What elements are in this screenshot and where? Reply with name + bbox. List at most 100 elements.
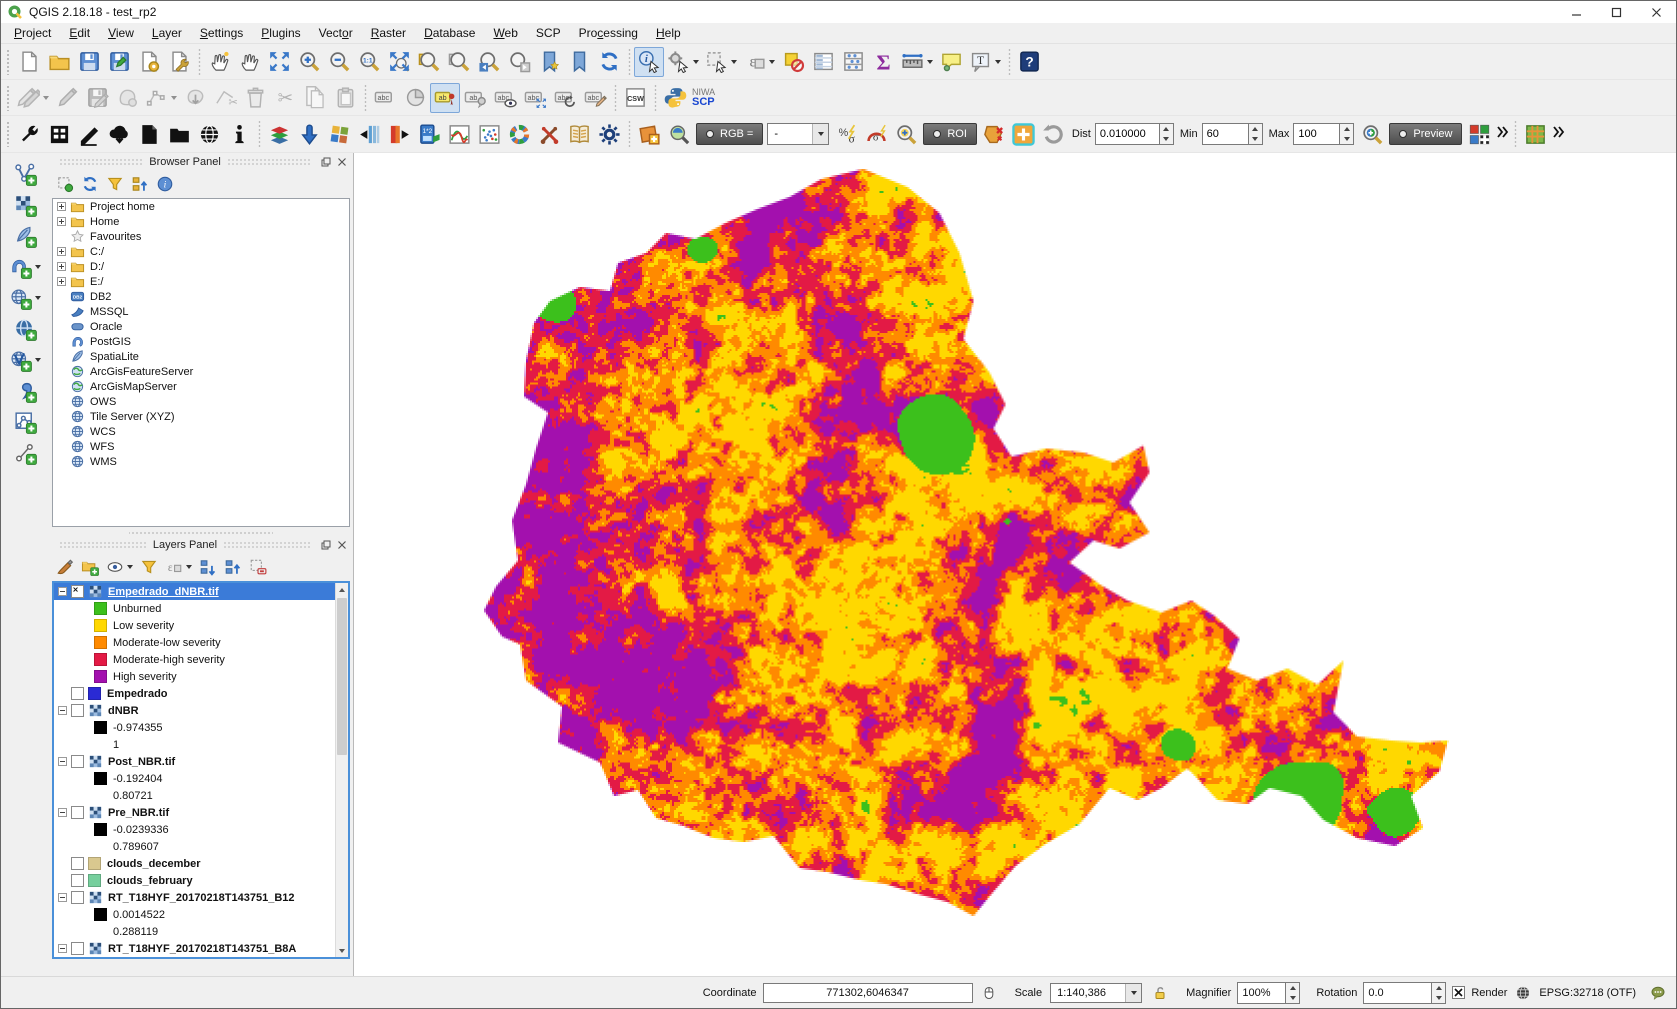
field-calculator-button[interactable]: [838, 47, 868, 77]
dropdown-icon[interactable]: [731, 60, 737, 64]
float-panel-icon[interactable]: [319, 155, 333, 169]
max-spinner[interactable]: [1339, 123, 1354, 145]
scp-mosaic-button[interactable]: [324, 119, 354, 149]
collapse-icon[interactable]: [58, 944, 67, 953]
browser-item-oracle[interactable]: Oracle: [53, 319, 349, 334]
dropdown-icon[interactable]: [693, 60, 699, 64]
scp-grid-button[interactable]: [1520, 119, 1550, 149]
scp-scatter-plot-button[interactable]: [474, 119, 504, 149]
browser-item-mssql[interactable]: MSSQL: [53, 304, 349, 319]
add-vector-layer-button[interactable]: [8, 159, 42, 189]
dist-spinner[interactable]: [1159, 123, 1174, 145]
select-features-button[interactable]: [702, 47, 740, 77]
lock-scale-icon[interactable]: [1150, 983, 1170, 1003]
layer-checkbox[interactable]: [71, 687, 84, 700]
refresh-map-button[interactable]: [594, 47, 624, 77]
dropdown-icon[interactable]: [35, 265, 41, 269]
magnifier-spinner[interactable]: [1285, 982, 1300, 1004]
scp-stretch-percent-button[interactable]: %σ: [831, 119, 861, 149]
scp-load-bandset-button[interactable]: [294, 119, 324, 149]
scrollbar-thumb[interactable]: [337, 598, 347, 755]
expand-icon[interactable]: [57, 262, 66, 271]
text-annotation-button[interactable]: T: [966, 47, 1004, 77]
scp-zoom-preview-button[interactable]: [1357, 119, 1387, 149]
scp-edit-raster-button[interactable]: [74, 119, 104, 149]
browser-item-d-[interactable]: D:/: [53, 259, 349, 274]
scale-combo[interactable]: 1:140,386: [1050, 983, 1142, 1003]
menu-vector[interactable]: Vector: [310, 23, 362, 43]
collapse-icon[interactable]: [58, 808, 67, 817]
menu-processing[interactable]: Processing: [570, 23, 647, 43]
magnifier-field[interactable]: 100%: [1237, 982, 1285, 1004]
browser-item-favourites[interactable]: Favourites: [53, 229, 349, 244]
dropdown-icon[interactable]: [127, 565, 133, 569]
menu-project[interactable]: Project: [5, 23, 60, 43]
browser-item-wms[interactable]: WMS: [53, 454, 349, 469]
scp-band-calc2-button[interactable]: 1*2: [414, 119, 444, 149]
select-by-expression-button[interactable]: ε: [740, 47, 778, 77]
add-selected-layers-button[interactable]: [53, 172, 77, 196]
add-wms-layer-button[interactable]: [6, 283, 44, 313]
highlight-pinned-labels-button[interactable]: ab: [460, 83, 490, 113]
scp-zoom-fit-button[interactable]: [891, 119, 921, 149]
layer-item-post-nbr-tif[interactable]: Post_NBR.tif: [54, 753, 348, 770]
roi-toggle[interactable]: ROI: [923, 123, 977, 145]
scp-roi-add-button[interactable]: [1009, 119, 1039, 149]
toolbar-overflow-icon[interactable]: [1494, 124, 1510, 145]
preview-toggle[interactable]: Preview: [1389, 123, 1462, 145]
browser-item-e-[interactable]: E:/: [53, 274, 349, 289]
new-print-composer-button[interactable]: [134, 47, 164, 77]
browser-item-postgis[interactable]: PostGIS: [53, 334, 349, 349]
scp-settings-button[interactable]: [594, 119, 624, 149]
zoom-out-button[interactable]: [324, 47, 354, 77]
change-label-button[interactable]: abc: [580, 83, 610, 113]
collapse-all-button[interactable]: [128, 172, 152, 196]
browser-item-c-[interactable]: C:/: [53, 244, 349, 259]
dropdown-icon[interactable]: [812, 124, 828, 144]
show-hide-labels-button[interactable]: abc: [490, 83, 520, 113]
browser-item-wfs[interactable]: WFS: [53, 439, 349, 454]
menu-database[interactable]: Database: [415, 23, 484, 43]
layer-checkbox[interactable]: [71, 857, 84, 870]
layer-checkbox[interactable]: [71, 704, 84, 717]
project-new-button[interactable]: [14, 47, 44, 77]
scp-classification-button[interactable]: [504, 119, 534, 149]
python-console-button[interactable]: [660, 83, 690, 113]
add-postgis-layer-button[interactable]: [6, 252, 44, 282]
menu-scp[interactable]: SCP: [527, 23, 570, 43]
zoom-to-layer-button[interactable]: [414, 47, 444, 77]
layer-item-rt-t18hyf-20170218t143751-b8a[interactable]: RT_T18HYF_20170218T143751_B8A: [54, 940, 348, 957]
refresh-browser-button[interactable]: [78, 172, 102, 196]
browser-item-home[interactable]: Home: [53, 214, 349, 229]
scp-roi-undo-button[interactable]: [1039, 119, 1069, 149]
layer-checkbox[interactable]: [71, 585, 84, 598]
add-group-button[interactable]: [78, 555, 102, 579]
add-delimited-text-layer-button[interactable]: [8, 376, 42, 406]
new-shapefile-layer-button[interactable]: [8, 407, 42, 437]
zoom-full-button[interactable]: [384, 47, 414, 77]
scp-rgb-plus-button[interactable]: [1464, 119, 1494, 149]
layers-scrollbar[interactable]: [335, 583, 348, 957]
scp-image-plus-button[interactable]: [634, 119, 664, 149]
filter-expression-button[interactable]: ε: [162, 555, 195, 579]
mouse-extents-icon[interactable]: [979, 983, 999, 1003]
dropdown-icon[interactable]: [43, 96, 49, 100]
browser-item-arcgisfeatureserver[interactable]: ArcGisFeatureServer: [53, 364, 349, 379]
close-panel-icon[interactable]: [335, 538, 349, 552]
add-wfs-layer-button[interactable]: [6, 345, 44, 375]
show-statistics-button[interactable]: Σ: [868, 47, 898, 77]
scroll-down-icon[interactable]: [336, 944, 348, 957]
scroll-up-icon[interactable]: [336, 583, 348, 596]
help-contents-button[interactable]: ?: [1014, 47, 1044, 77]
move-label-button[interactable]: abc: [520, 83, 550, 113]
scp-download-button[interactable]: [104, 119, 134, 149]
properties-widget-button[interactable]: i: [153, 172, 177, 196]
rotate-label-button[interactable]: abc: [550, 83, 580, 113]
layer-item-empedrado[interactable]: Empedrado: [54, 685, 348, 702]
coordinate-input[interactable]: 771302,6046347: [763, 983, 973, 1003]
dist-field[interactable]: 0.010000: [1095, 123, 1159, 145]
map-tips-button[interactable]: [936, 47, 966, 77]
browser-item-arcgismapserver[interactable]: ArcGisMapServer: [53, 379, 349, 394]
label-options-button[interactable]: abc: [370, 83, 400, 113]
scp-spectral-plot-button[interactable]: [444, 119, 474, 149]
